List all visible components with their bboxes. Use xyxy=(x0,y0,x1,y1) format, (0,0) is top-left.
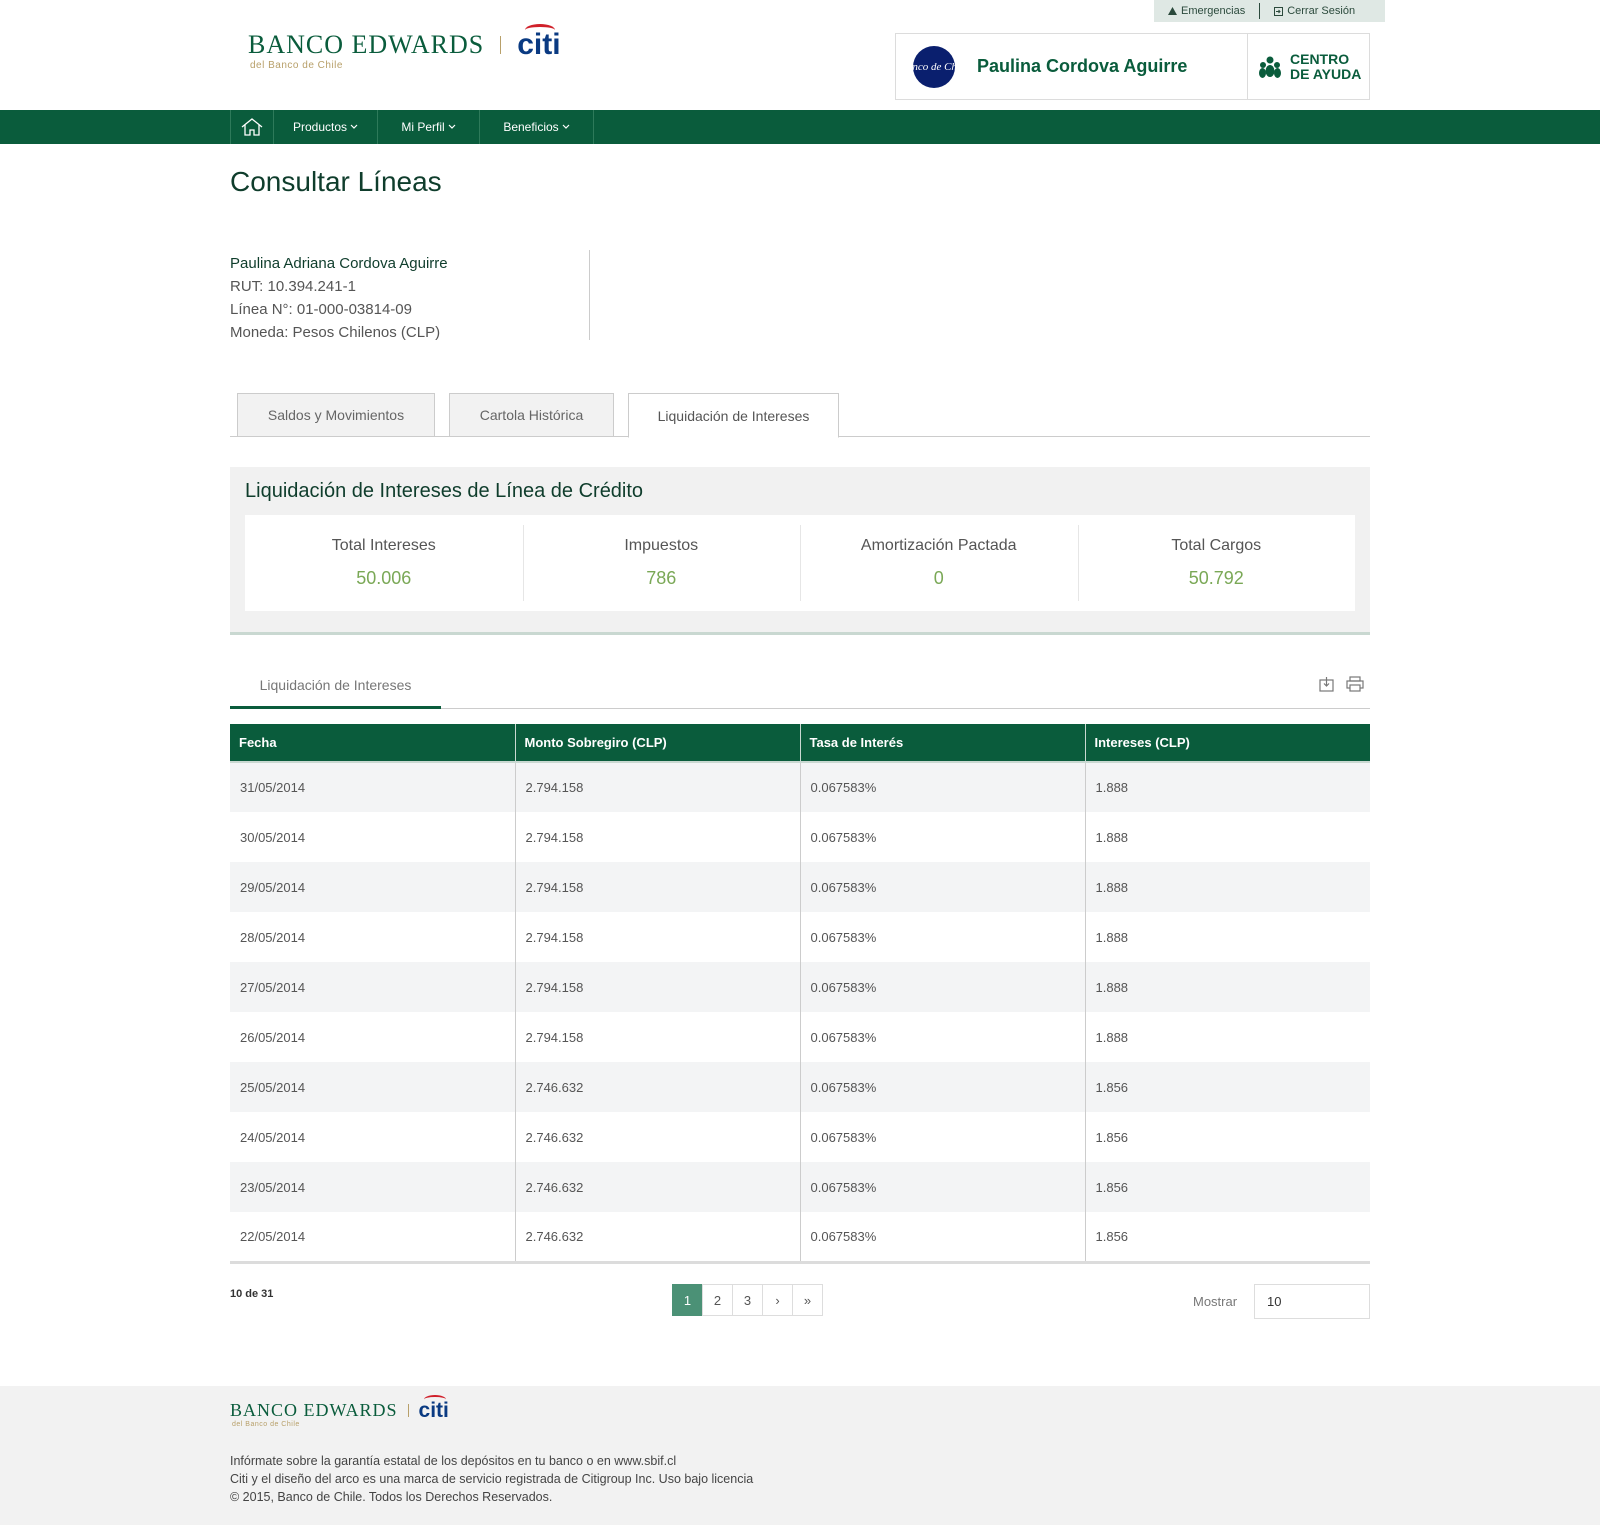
nav-productos[interactable]: Productos xyxy=(274,110,378,144)
account-info: Paulina Adriana Cordova Aguirre RUT: 10.… xyxy=(230,252,448,344)
table-header-row: Fecha Monto Sobregiro (CLP) Tasa de Inte… xyxy=(230,724,1370,763)
col-intereses: Intereses (CLP) xyxy=(1085,724,1370,763)
people-icon xyxy=(1259,56,1281,78)
brand-divider xyxy=(500,36,502,54)
client-rut: RUT: 10.394.241-1 xyxy=(230,278,356,295)
footer-brand-subtitle: del Banco de Chile xyxy=(232,1421,300,1428)
table-row: 28/05/2014 2.794.158 0.067583% 1.888 xyxy=(230,912,1370,962)
nav-beneficios[interactable]: Beneficios xyxy=(480,110,594,144)
footer-brand-divider xyxy=(407,1404,409,1417)
summary-title: Liquidación de Intereses de Línea de Cré… xyxy=(245,480,644,502)
col-monto-sobregiro: Monto Sobregiro (CLP) xyxy=(515,724,801,763)
table-row: 25/05/2014 2.746.632 0.067583% 1.856 xyxy=(230,1062,1370,1112)
main-nav: Productos Mi Perfil Beneficios xyxy=(0,110,1600,144)
nav-mi-perfil[interactable]: Mi Perfil xyxy=(378,110,480,144)
page-3-button[interactable]: 3 xyxy=(732,1284,763,1316)
help-center-button[interactable]: CENTRO DE AYUDA xyxy=(1247,33,1361,100)
citi-logo: citi xyxy=(517,24,561,60)
table-row: 23/05/2014 2.746.632 0.067583% 1.856 xyxy=(230,1162,1370,1212)
summary-panel: Liquidación de Intereses de Línea de Cré… xyxy=(230,467,1370,635)
line-number: Línea N°: 01-000-03814-09 xyxy=(230,301,412,318)
user-name: Paulina Cordova Aguirre xyxy=(977,56,1188,76)
info-divider xyxy=(589,250,590,340)
help-line-2: DE AYUDA xyxy=(1290,65,1362,82)
page-size-input[interactable]: 10 xyxy=(1254,1284,1370,1319)
footer: BANCO EDWARDS citi del Banco de Chile In… xyxy=(0,1386,1600,1525)
interest-table: Fecha Monto Sobregiro (CLP) Tasa de Inte… xyxy=(230,724,1370,1264)
download-icon[interactable] xyxy=(1319,676,1334,692)
tab-cartola-historica[interactable]: Cartola Histórica xyxy=(449,393,614,437)
help-line-1: CENTRO xyxy=(1290,50,1350,67)
last-page-button[interactable]: » xyxy=(792,1284,823,1316)
show-label: Mostrar xyxy=(1193,1294,1238,1309)
footer-line-1: Infórmate sobre la garantía estatal de l… xyxy=(230,1454,677,1468)
card-amortizacion-pactada: Amortización Pactada 0 xyxy=(800,515,1078,611)
tabs: Saldos y Movimientos Cartola Histórica L… xyxy=(230,393,1370,438)
warning-icon xyxy=(1168,7,1177,15)
citi-arc-icon xyxy=(423,1395,446,1404)
home-icon xyxy=(241,118,263,136)
col-tasa-interes: Tasa de Interés xyxy=(800,724,1086,763)
subtabs: Liquidación de Intereses xyxy=(230,664,1370,709)
chevron-down-icon xyxy=(562,124,570,129)
footer-citi-logo: citi xyxy=(419,1395,449,1421)
footer-brand-logo: BANCO EDWARDS citi del Banco de Chile xyxy=(230,1395,449,1428)
brand-subtitle: del Banco de Chile xyxy=(250,60,343,71)
subtab-liquidacion-intereses[interactable]: Liquidación de Intereses xyxy=(230,664,441,709)
tab-liquidacion-intereses[interactable]: Liquidación de Intereses xyxy=(628,393,839,438)
print-icon[interactable] xyxy=(1346,676,1364,692)
results-count: 10 de 31 xyxy=(230,1288,274,1300)
tab-saldos-movimientos[interactable]: Saldos y Movimientos xyxy=(237,393,435,437)
card-impuestos: Impuestos 786 xyxy=(522,515,801,611)
table-row: 26/05/2014 2.794.158 0.067583% 1.888 xyxy=(230,1012,1370,1062)
cerrar-sesion-link[interactable]: Cerrar Sesión xyxy=(1260,5,1369,17)
footer-line-2: Citi y el diseño del arco es una marca d… xyxy=(230,1472,754,1486)
table-row: 29/05/2014 2.794.158 0.067583% 1.888 xyxy=(230,862,1370,912)
summary-cards: Total Intereses 50.006 Impuestos 786 Amo… xyxy=(245,515,1355,611)
page-1-button[interactable]: 1 xyxy=(672,1284,703,1316)
next-page-button[interactable]: › xyxy=(762,1284,793,1316)
pagination: 1 2 3 › » xyxy=(672,1284,823,1316)
avatar: Banco de Chile xyxy=(913,45,955,88)
chevron-down-icon xyxy=(448,124,456,129)
table-row: 30/05/2014 2.794.158 0.067583% 1.888 xyxy=(230,812,1370,862)
page-title: Consultar Líneas xyxy=(230,166,442,197)
col-fecha: Fecha xyxy=(230,724,516,763)
brand-name: BANCO EDWARDS xyxy=(248,30,485,59)
table-row: 31/05/2014 2.794.158 0.067583% 1.888 xyxy=(230,762,1370,812)
home-button[interactable] xyxy=(230,110,274,144)
footer-text: Infórmate sobre la garantía estatal de l… xyxy=(230,1452,753,1506)
citi-arc-icon xyxy=(525,24,556,36)
emergencias-link[interactable]: Emergencias xyxy=(1154,5,1259,17)
client-name: Paulina Adriana Cordova Aguirre xyxy=(230,255,448,272)
brand-logo[interactable]: BANCO EDWARDS citi del Banco de Chile xyxy=(248,24,561,71)
card-total-cargos: Total Cargos 50.792 xyxy=(1077,515,1356,611)
utility-bar: Emergencias Cerrar Sesión xyxy=(1154,0,1385,22)
card-total-intereses: Total Intereses 50.006 xyxy=(331,537,436,588)
table-row: 22/05/2014 2.746.632 0.067583% 1.856 xyxy=(230,1212,1370,1264)
footer-brand-name: BANCO EDWARDS xyxy=(230,1400,398,1420)
user-box: Banco de Chile Paulina Cordova Aguirre C… xyxy=(895,33,1370,100)
chevron-down-icon xyxy=(350,124,358,129)
page-2-button[interactable]: 2 xyxy=(702,1284,733,1316)
table-row: 24/05/2014 2.746.632 0.067583% 1.856 xyxy=(230,1112,1370,1162)
footer-line-3: © 2015, Banco de Chile. Todos los Derech… xyxy=(230,1490,553,1504)
table-row: 27/05/2014 2.794.158 0.067583% 1.888 xyxy=(230,962,1370,1012)
currency: Moneda: Pesos Chilenos (CLP) xyxy=(230,324,441,341)
logout-icon xyxy=(1274,6,1284,16)
